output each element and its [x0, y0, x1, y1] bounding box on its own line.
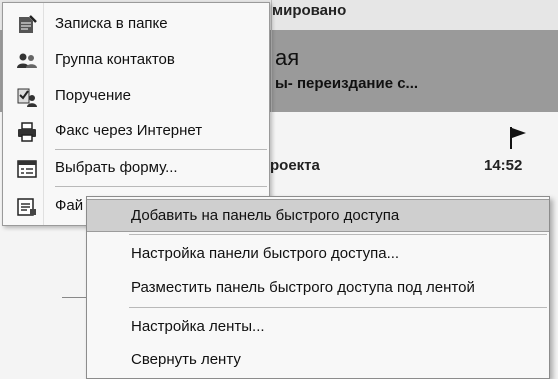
menu-separator [129, 307, 547, 308]
menu-item-label: Настройка ленты... [131, 318, 265, 335]
header-fragment: мировано [272, 2, 347, 19]
pane-divider [271, 0, 272, 112]
message-subtitle-fragment: ы- переиздание с... [275, 75, 419, 92]
ribbon-context-menu: Добавить на панель быстрого доступа Наст… [86, 196, 550, 379]
file-icon [17, 198, 36, 216]
menu-separator [55, 149, 267, 150]
menu-separator [129, 234, 547, 235]
new-items-menu: Записка в папке Группа контактов Поручен… [2, 2, 270, 226]
task-request-icon [17, 88, 37, 107]
menu-item-label: Фай [55, 197, 84, 214]
customize-quick-access-button[interactable]: Настройка панели быстрого доступа... [87, 238, 549, 271]
menu-item-internet-fax[interactable]: Факс через Интернет [3, 114, 269, 148]
menu-item-label: Добавить на панель быстрого доступа [131, 207, 400, 224]
customize-ribbon-button[interactable]: Настройка ленты... [87, 311, 549, 344]
menu-item-task-request[interactable]: Поручение [3, 79, 269, 113]
menu-item-label: Настройка панели быстрого доступа... [131, 245, 400, 262]
menu-item-choose-form[interactable]: Выбрать форму... [3, 151, 269, 185]
menu-item-contact-group[interactable]: Группа контактов [3, 43, 269, 77]
menu-item-folder-note[interactable]: Записка в папке [3, 7, 269, 41]
flag-icon[interactable] [508, 126, 528, 150]
collapse-ribbon-button[interactable]: Свернуть ленту [87, 344, 549, 377]
form-icon [17, 160, 37, 178]
note-icon [19, 15, 37, 33]
menu-item-label: Выбрать форму... [55, 159, 178, 176]
menu-item-label: Факс через Интернет [55, 122, 203, 139]
list-item-subject-fragment[interactable]: роекта [270, 157, 320, 174]
menu-separator [55, 186, 267, 187]
contact-group-icon [17, 53, 37, 68]
fax-icon [18, 122, 36, 142]
menu-item-label: Свернуть ленту [131, 351, 241, 368]
menu-item-label: Группа контактов [55, 51, 175, 68]
add-to-quick-access-button[interactable]: Добавить на панель быстрого доступа [87, 199, 549, 232]
list-item-time: 14:52 [484, 157, 523, 174]
menu-item-label: Поручение [55, 87, 131, 104]
menu-item-label: Записка в папке [55, 15, 168, 32]
move-quick-access-below-ribbon-button[interactable]: Разместить панель быстрого доступа под л… [87, 272, 549, 305]
message-title-fragment: ая [275, 45, 300, 70]
menu-item-label: Разместить панель быстрого доступа под л… [131, 279, 475, 296]
